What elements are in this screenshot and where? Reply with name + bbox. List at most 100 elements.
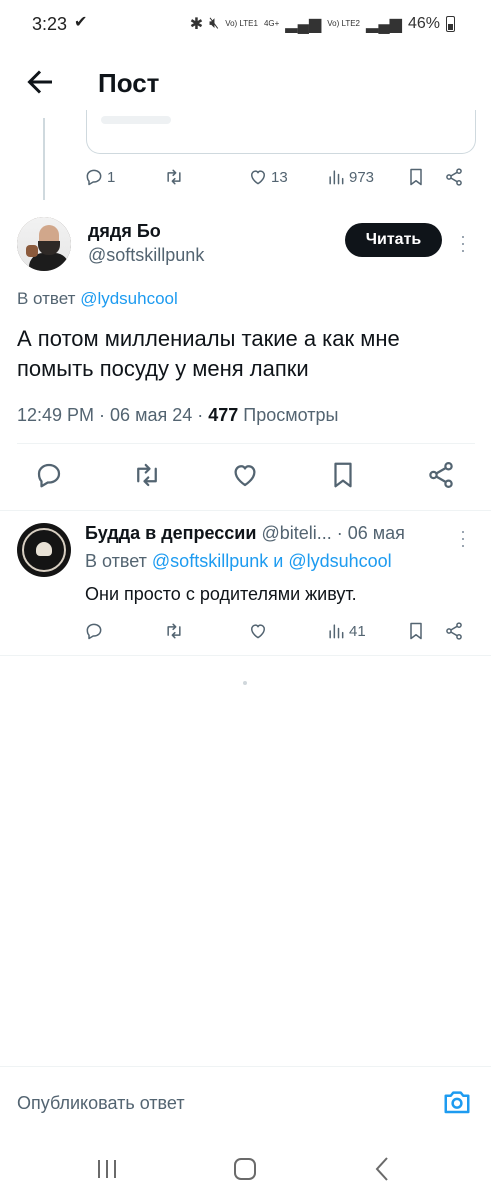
system-back-button[interactable]	[368, 1154, 398, 1184]
reply-author-handle[interactable]: @biteli...	[261, 523, 331, 543]
reply-more-options-icon[interactable]: · · ·	[458, 522, 468, 554]
heart-icon	[251, 624, 265, 639]
retweet-icon	[167, 623, 181, 639]
compose-bar: Опубликовать ответ	[0, 1066, 491, 1138]
chart-bars-icon	[329, 170, 344, 185]
retweet-icon	[167, 169, 181, 185]
views-button[interactable]: 973	[326, 167, 374, 187]
network-2: 4G+	[263, 19, 280, 28]
heart-icon	[234, 465, 256, 487]
bookmark-icon	[410, 622, 422, 640]
reply-button[interactable]	[84, 621, 104, 641]
reply-author-name[interactable]: Будда в депрессии	[85, 523, 256, 543]
more-options-icon[interactable]: · · ·	[458, 227, 468, 259]
reply-to-prefix: В ответ	[17, 289, 76, 308]
signal-icon: ▂▄▆	[285, 16, 322, 33]
retweet-button[interactable]	[132, 460, 162, 490]
header: Пост	[0, 50, 491, 118]
share-button[interactable]	[444, 621, 464, 641]
divider	[17, 443, 475, 444]
status-time: 3:23	[32, 14, 68, 34]
battery-text: 46%	[407, 15, 440, 32]
reply-avatar[interactable]	[17, 523, 71, 577]
like-button[interactable]: 13	[248, 167, 288, 187]
camera-icon	[444, 1091, 470, 1114]
home-icon	[234, 1158, 256, 1180]
divider	[0, 510, 491, 511]
bookmark-button[interactable]	[328, 460, 358, 490]
network-1: Vo) LTE1	[225, 19, 258, 28]
quoted-card-media	[101, 116, 171, 124]
share-icon	[446, 168, 462, 186]
main-tweet-actions	[0, 460, 491, 496]
quoted-card[interactable]	[86, 110, 476, 154]
retweet-button[interactable]	[164, 167, 184, 187]
reply-to-handle[interactable]: @lydsuhcool	[80, 289, 178, 308]
arrow-left-icon	[27, 70, 52, 94]
reply-header: Будда в депрессии @biteli... · 06 мая	[85, 523, 405, 544]
reply-to-handle-2[interactable]: @lydsuhcool	[288, 551, 391, 571]
page-title: Пост	[98, 68, 160, 98]
reply-button[interactable]: 1	[84, 167, 115, 187]
share-button[interactable]	[426, 460, 456, 490]
loading-indicator	[243, 681, 247, 685]
views-label: Просмотры	[243, 405, 339, 425]
heart-icon	[251, 170, 265, 185]
bookmark-button[interactable]	[406, 621, 426, 641]
reply-icon	[86, 169, 102, 186]
camera-button[interactable]	[442, 1087, 472, 1117]
avatar[interactable]	[17, 217, 71, 271]
mute-icon: 🔇︎	[209, 15, 220, 32]
like-button[interactable]	[230, 460, 260, 490]
chevron-left-icon	[375, 1157, 388, 1181]
reply-count: 1	[107, 168, 116, 186]
status-icons: ✱ 🔇︎ Vo) LTE1 4G+ ▂▄▆ Vo) LTE2 ▂▄▆ 46%	[190, 14, 455, 34]
reply-to-prefix: В ответ	[85, 551, 147, 571]
reply-text: Они просто с родителями живут.	[85, 584, 357, 604]
reply-to-line: В ответ @lydsuhcool	[17, 289, 178, 309]
network-3: Vo) LTE2	[327, 19, 361, 28]
bookmark-button[interactable]	[406, 167, 426, 187]
retweet-icon	[137, 463, 157, 487]
bluetooth-icon: ✱	[189, 16, 204, 33]
recent-apps-button[interactable]	[92, 1154, 122, 1184]
reply-input[interactable]: Опубликовать ответ	[17, 1093, 185, 1114]
recent-apps-icon	[98, 1160, 116, 1178]
views-count: 973	[349, 168, 375, 186]
like-button[interactable]	[248, 621, 268, 641]
tweet-meta: 12:49 PM · 06 мая 24 · 477 Просмотры	[17, 405, 339, 425]
share-icon	[446, 622, 462, 640]
system-nav-bar	[0, 1138, 491, 1200]
reply-icon	[37, 463, 61, 488]
author-name[interactable]: дядя Бо	[88, 221, 161, 242]
views-button[interactable]: 41	[326, 621, 366, 641]
tweet-date[interactable]: 06 мая 24	[110, 405, 192, 425]
back-button[interactable]	[22, 64, 58, 100]
tweet-time[interactable]: 12:49 PM	[17, 405, 94, 425]
like-count: 13	[271, 168, 288, 186]
retweet-button[interactable]	[164, 621, 184, 641]
bookmark-icon	[334, 462, 352, 488]
share-button[interactable]	[444, 167, 464, 187]
reply-icon	[86, 623, 102, 640]
reply-tweet-actions: 41	[84, 619, 476, 643]
views-count: 477	[208, 405, 239, 425]
home-button[interactable]	[230, 1154, 260, 1184]
skull-icon	[36, 542, 52, 556]
status-check-icon: ✔	[74, 14, 88, 31]
bookmark-icon	[410, 168, 422, 186]
thread-line	[43, 118, 45, 200]
reply-button[interactable]	[34, 460, 64, 490]
reply-to-handle-1[interactable]: @softskillpunk	[152, 551, 268, 571]
author-handle[interactable]: @softskillpunk	[88, 245, 204, 266]
reply-to-line: В ответ @softskillpunk и @lydsuhcool	[85, 551, 392, 572]
status-bar: 3:23 ✔ ✱ 🔇︎ Vo) LTE1 4G+ ▂▄▆ Vo) LTE2 ▂▄…	[0, 0, 491, 50]
divider	[0, 655, 491, 656]
chart-bars-icon	[329, 624, 344, 639]
signal-icon-2: ▂▄▆	[366, 16, 402, 33]
reply-date[interactable]: · 06 мая	[337, 523, 405, 543]
battery-icon	[446, 16, 455, 32]
share-icon	[429, 462, 453, 488]
follow-button[interactable]: Читать	[345, 223, 442, 257]
views-count: 41	[349, 622, 366, 640]
